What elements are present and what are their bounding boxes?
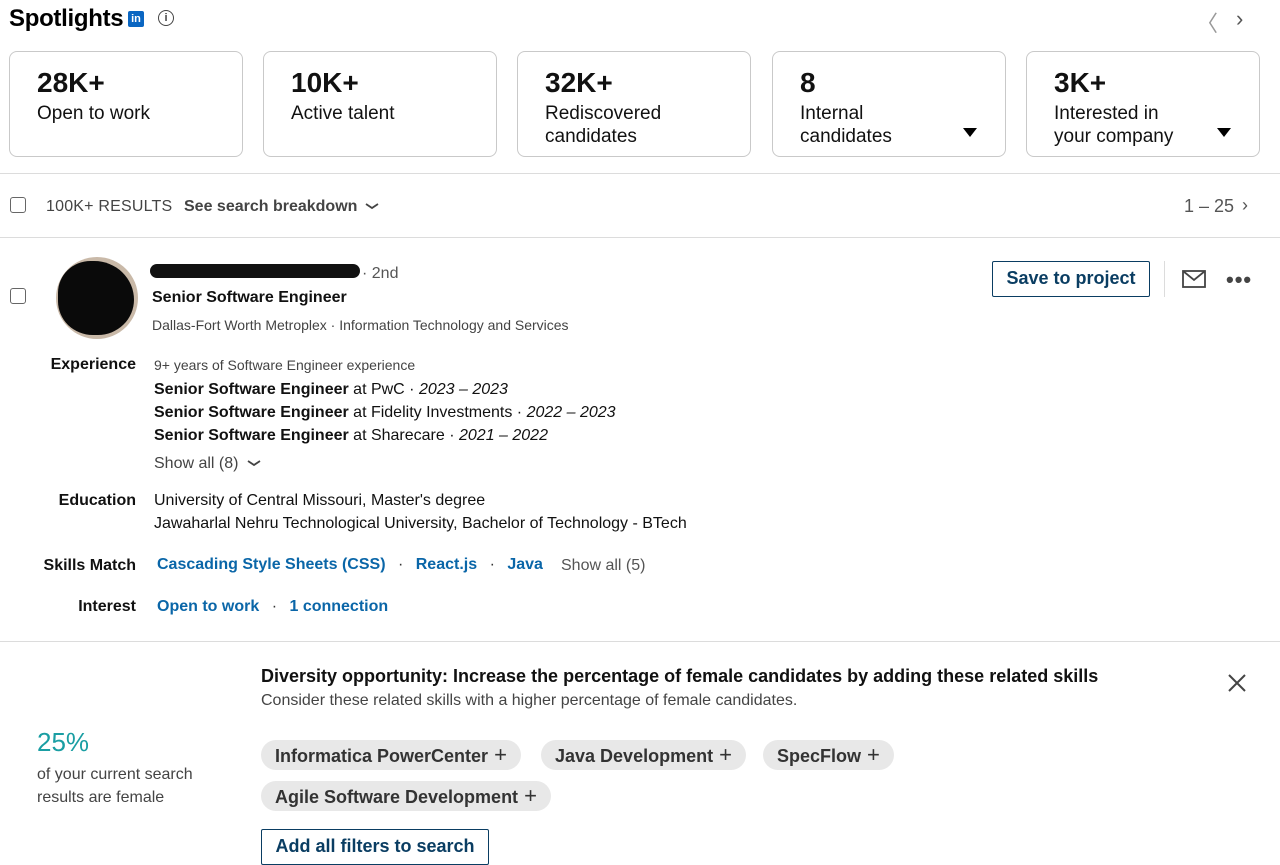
skill-filter-pill[interactable]: Agile Software Development + [261,781,551,811]
spotlight-number: 28K+ [37,67,105,98]
spotlight-number: 32K+ [545,67,613,98]
spotlight-label: Open to work [37,103,150,124]
message-icon[interactable] [1182,270,1206,288]
avatar[interactable] [56,257,138,339]
diversity-subtitle: Consider these related skills with a hig… [261,692,798,709]
plus-icon: + [494,742,507,767]
spotlight-label: Rediscovered candidates [545,103,662,147]
redacted-candidate-name[interactable] [150,264,360,278]
plus-icon: + [719,742,732,767]
search-breakdown-toggle[interactable]: See search breakdown [184,198,380,216]
skill-filter-pill[interactable]: SpecFlow + [763,740,894,770]
skill-link[interactable]: Java [507,556,543,573]
close-icon[interactable] [1226,672,1248,694]
education-item: University of Central Missouri, Master's… [154,492,486,509]
spotlight-card-open-to-work[interactable]: 28K+ Open to work [9,51,243,157]
interest-list: Open to work · 1 connection [157,598,389,615]
pagination-range: 1 – 25 [1184,196,1235,216]
save-to-project-button[interactable]: Save to project [992,261,1150,297]
plus-icon: + [524,783,537,808]
linkedin-icon: in [128,11,144,27]
results-count: 100K+ RESULTS [46,198,173,215]
divider [0,641,1280,642]
add-all-filters-button[interactable]: Add all filters to search [261,829,489,865]
select-all-checkbox[interactable] [10,197,26,213]
divider [0,237,1280,238]
spotlight-label: Interested in your company [1054,103,1174,147]
experience-item: Senior Software Engineer at Fidelity Inv… [154,404,616,421]
experience-item: Senior Software Engineer at Sharecare · … [154,427,548,444]
pagination-next-icon[interactable]: › [1242,195,1248,216]
candidate-checkbox[interactable] [10,288,26,304]
candidate-location: Dallas-Fort Worth Metroplex · Informatio… [152,317,569,333]
spotlight-card-internal[interactable]: 8 Internal candidates [772,51,1006,157]
more-options-icon[interactable]: ••• [1226,267,1252,293]
chevron-left-icon[interactable]: 〈 [1196,6,1218,38]
experience-item: Senior Software Engineer at PwC · 2023 –… [154,381,508,398]
interest-label: Interest [78,598,136,615]
spotlight-label: Internal candidates [800,103,892,147]
chevron-down-icon [247,460,261,467]
skills-show-all[interactable]: Show all (5) [561,557,645,575]
divider [1164,261,1165,297]
chevron-down-icon [365,203,379,210]
skill-link[interactable]: Cascading Style Sheets (CSS) [157,556,386,573]
skills-list: Cascading Style Sheets (CSS) · React.js … [157,556,543,573]
experience-summary: 9+ years of Software Engineer experience [154,357,416,373]
diversity-title: Diversity opportunity: Increase the perc… [261,666,1099,686]
experience-show-all[interactable]: Show all (8) [154,455,262,473]
female-percentage: 25% [37,727,90,757]
info-icon[interactable]: i [158,10,174,26]
plus-icon: + [867,742,880,767]
chevron-right-icon[interactable]: › [1236,6,1243,32]
caret-down-icon[interactable] [963,128,977,137]
spotlight-number: 10K+ [291,67,359,98]
spotlight-label: Active talent [291,103,395,124]
interest-link[interactable]: 1 connection [289,598,388,615]
spotlight-number: 8 [800,67,816,98]
spotlight-card-interested[interactable]: 3K+ Interested in your company [1026,51,1260,157]
spotlight-card-active-talent[interactable]: 10K+ Active talent [263,51,497,157]
education-item: Jawaharlal Nehru Technological Universit… [154,515,687,532]
skill-filter-pill[interactable]: Informatica PowerCenter + [261,740,521,770]
skills-match-label: Skills Match [43,557,136,574]
experience-label: Experience [50,356,136,373]
caret-down-icon[interactable] [1217,128,1231,137]
skill-filter-pill[interactable]: Java Development + [541,740,746,770]
interest-link[interactable]: Open to work [157,598,259,615]
candidate-headline: Senior Software Engineer [152,289,347,306]
spotlight-number: 3K+ [1054,67,1107,98]
spotlight-card-rediscovered[interactable]: 32K+ Rediscovered candidates [517,51,751,157]
search-breakdown-label: See search breakdown [184,198,358,215]
connection-degree: · 2nd [362,265,399,282]
skill-link[interactable]: React.js [416,556,477,573]
divider [0,173,1280,174]
page-title: Spotlights [9,5,124,32]
female-percentage-caption: of your current search results are femal… [37,766,193,806]
education-label: Education [58,492,136,509]
